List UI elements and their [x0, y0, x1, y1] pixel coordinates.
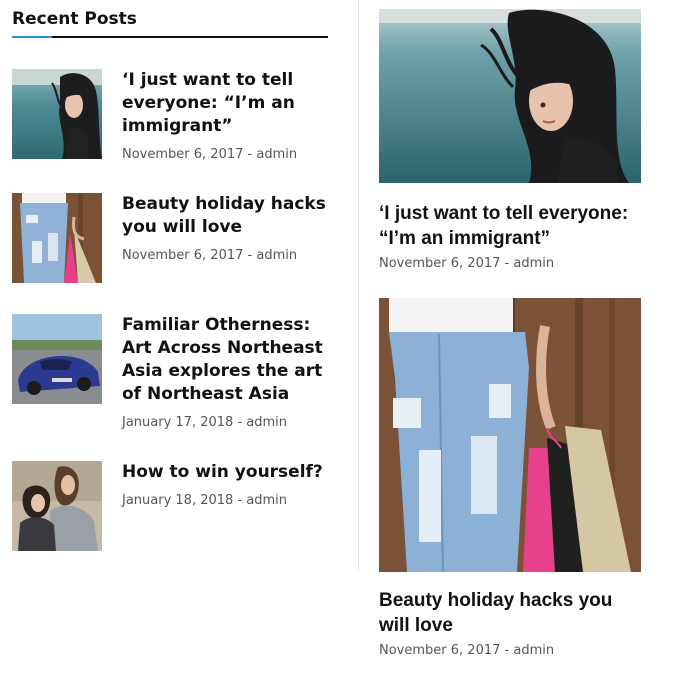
meta-separator: - — [504, 643, 510, 658]
post-author-link[interactable]: admin — [513, 643, 554, 658]
post-date: November 6, 2017 — [379, 643, 501, 658]
recent-post-title-link[interactable]: Familiar Otherness: Art Across Northeast… — [122, 314, 330, 406]
blue-sports-car-photo — [12, 314, 102, 404]
post-author-link[interactable]: admin — [256, 147, 297, 162]
meta-separator: - — [247, 147, 253, 162]
featured-post-meta: November 6, 2017 - admin — [379, 255, 641, 273]
recent-post-title-link[interactable]: ‘I just want to tell everyone: “I’m an i… — [122, 69, 330, 138]
recent-post-thumbnail[interactable] — [12, 193, 102, 283]
ripped-jeans-shopping-bags-photo — [12, 193, 102, 283]
woman-windblown-hair-photo — [12, 69, 102, 159]
ripped-jeans-shopping-bags-photo — [379, 298, 641, 572]
featured-post-card: Beauty holiday hacks you will love Novem… — [379, 298, 641, 660]
recent-post-thumbnail[interactable] — [12, 69, 102, 159]
meta-separator: - — [237, 493, 243, 508]
meta-separator: - — [247, 248, 253, 263]
recent-post-meta: November 6, 2017 - admin — [122, 146, 330, 164]
featured-post-card: ‘I just want to tell everyone: “I’m an i… — [379, 9, 641, 273]
post-author-link[interactable]: admin — [513, 256, 554, 271]
recent-post-meta: November 6, 2017 - admin — [122, 247, 330, 265]
featured-post-title-link[interactable]: Beauty holiday hacks you will love — [379, 588, 641, 638]
widget-title: Recent Posts — [12, 9, 137, 29]
meta-separator: - — [504, 256, 510, 271]
post-date: January 18, 2018 — [122, 493, 234, 508]
recent-post-title-link[interactable]: How to win yourself? — [122, 461, 330, 484]
post-date: January 17, 2018 — [122, 415, 234, 430]
recent-posts-widget: Recent Posts ‘I just want to tell everyo… — [12, 8, 328, 551]
recent-post-title-link[interactable]: Beauty holiday hacks you will love — [122, 193, 330, 239]
meta-separator: - — [237, 415, 243, 430]
column-divider — [358, 0, 359, 570]
post-date: November 6, 2017 — [379, 256, 501, 271]
post-date: November 6, 2017 — [122, 147, 244, 162]
widget-title-accent — [12, 36, 52, 38]
featured-post-image[interactable] — [379, 9, 641, 183]
woman-windblown-hair-photo — [379, 9, 641, 183]
post-date: November 6, 2017 — [122, 248, 244, 263]
widget-title-underline — [12, 36, 328, 38]
post-author-link[interactable]: admin — [256, 248, 297, 263]
recent-post-meta: January 17, 2018 - admin — [122, 414, 330, 432]
two-women-outdoors-photo — [12, 461, 102, 551]
featured-post-meta: November 6, 2017 - admin — [379, 642, 641, 660]
featured-post-title-link[interactable]: ‘I just want to tell everyone: “I’m an i… — [379, 201, 641, 251]
post-author-link[interactable]: admin — [246, 415, 287, 430]
recent-post-thumbnail[interactable] — [12, 314, 102, 404]
recent-post-meta: January 18, 2018 - admin — [122, 492, 330, 510]
featured-post-image[interactable] — [379, 298, 641, 572]
post-author-link[interactable]: admin — [246, 493, 287, 508]
recent-post-thumbnail[interactable] — [12, 461, 102, 551]
